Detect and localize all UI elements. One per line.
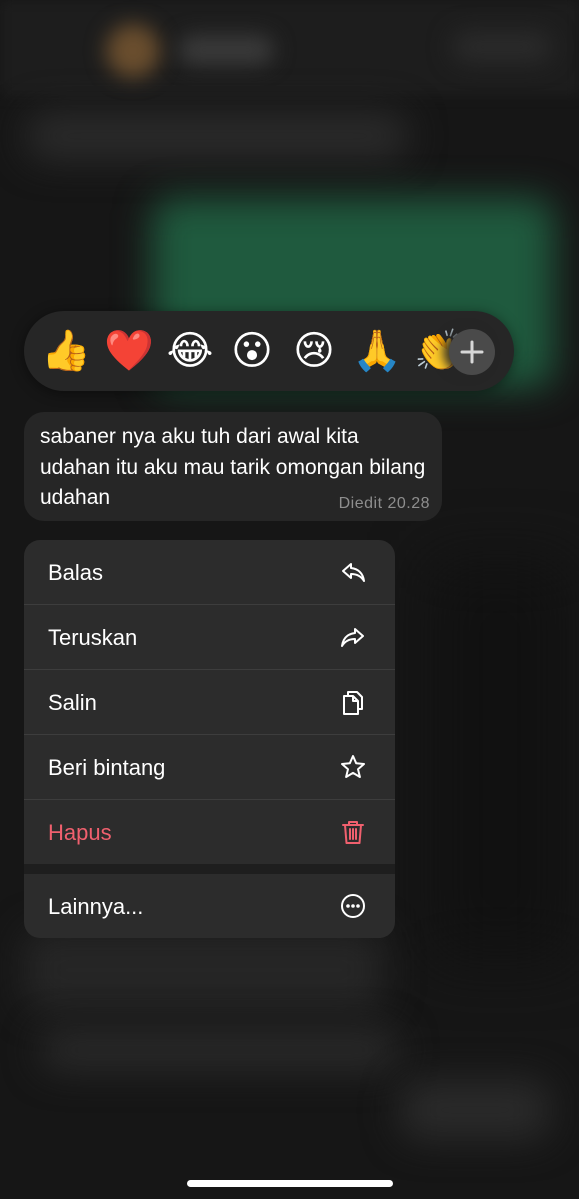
reply-icon [342, 563, 365, 582]
copy-icon [343, 691, 363, 715]
menu-item-forward[interactable]: Teruskan [24, 605, 395, 669]
blurred-contact-name [178, 35, 274, 65]
reaction-pray[interactable]: 🙏 [352, 327, 402, 375]
message-timestamp: Diedit 20.28 [338, 495, 430, 512]
menu-item-delete[interactable]: Hapus [24, 800, 395, 864]
message-context-menu: Balas Teruskan Salin Beri bintang Hapus [24, 540, 395, 938]
reaction-laughing[interactable]: 😂 [166, 327, 214, 375]
menu-item-reply[interactable]: Balas [24, 540, 395, 604]
menu-item-label: Balas [48, 560, 104, 585]
plus-icon [460, 340, 484, 364]
blurred-message [40, 1030, 400, 1070]
menu-item-label: Salin [48, 690, 97, 715]
blurred-avatar [106, 24, 160, 78]
reaction-surprised[interactable]: 😮 [228, 327, 276, 375]
reaction-thumbs-up[interactable]: 👍 [41, 327, 91, 375]
trash-icon [342, 821, 364, 844]
reaction-bar: 👍 ❤️ 😂 😮 😢 🙏 👏 [24, 311, 514, 391]
more-reactions-button[interactable] [449, 329, 495, 375]
menu-item-label: Beri bintang [48, 755, 166, 780]
message-bubble: sabaner nya aku tuh dari awal kita udaha… [24, 412, 442, 521]
more-options-icon [341, 894, 365, 918]
menu-item-copy[interactable]: Salin [24, 670, 395, 734]
forward-icon [341, 628, 364, 647]
reaction-heart[interactable]: ❤️ [104, 327, 154, 375]
star-icon [341, 755, 365, 778]
blurred-shadow [430, 560, 570, 960]
menu-section-gap [24, 864, 395, 874]
blurred-message [26, 112, 408, 160]
menu-item-label: Teruskan [48, 625, 138, 650]
blurred-message [24, 930, 384, 1010]
menu-item-label: Hapus [48, 820, 112, 845]
menu-item-more[interactable]: Lainnya... [24, 874, 395, 938]
menu-item-star[interactable]: Beri bintang [24, 735, 395, 799]
reaction-crying[interactable]: 😢 [290, 327, 338, 375]
home-indicator[interactable] [187, 1180, 393, 1187]
blurred-input-bar [400, 1080, 550, 1140]
blurred-header-actions [452, 32, 552, 62]
menu-item-label: Lainnya... [48, 894, 144, 919]
